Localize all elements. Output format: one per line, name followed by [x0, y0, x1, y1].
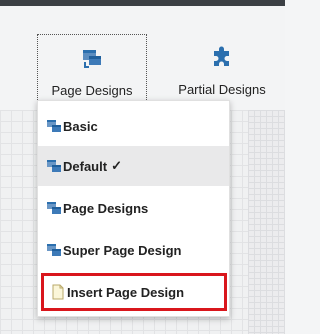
menu-item-insert-page-design[interactable]: Insert Page Design: [41, 273, 227, 311]
page-design-icon: [45, 242, 62, 258]
menu-item-default[interactable]: Default ✓: [38, 146, 229, 186]
menu-item-label: Default: [63, 158, 108, 174]
menu-item-page-designs[interactable]: Page Designs: [38, 188, 229, 228]
page-designs-icon: [81, 43, 103, 73]
page-design-icon: [45, 200, 62, 216]
menu-item-label: Page Designs: [63, 200, 149, 216]
canvas-edge-band: [248, 110, 285, 334]
page-designs-dropdown-menu: Basic Default ✓ Page Designs Super Page …: [37, 100, 230, 317]
menu-item-super-page-design[interactable]: Super Page Design: [38, 230, 229, 270]
partial-designs-label: Partial Designs: [178, 82, 266, 97]
page-designs-label: Page Designs: [51, 83, 133, 98]
checkmark-icon: ✓: [111, 158, 122, 173]
menu-item-label: Basic: [63, 118, 98, 134]
puzzle-piece-icon: [211, 42, 233, 72]
blank-page-icon: [49, 284, 66, 300]
page-design-icon: [45, 158, 62, 174]
page-designs-button[interactable]: Page Designs: [37, 34, 147, 104]
toolbar: Page Designs Partial Designs: [0, 6, 285, 110]
menu-item-label: Super Page Design: [63, 242, 182, 258]
menu-item-label: Insert Page Design: [67, 284, 185, 300]
partial-designs-button[interactable]: Partial Designs: [164, 34, 280, 104]
page-design-icon: [45, 118, 62, 134]
menu-item-basic[interactable]: Basic: [38, 106, 229, 146]
